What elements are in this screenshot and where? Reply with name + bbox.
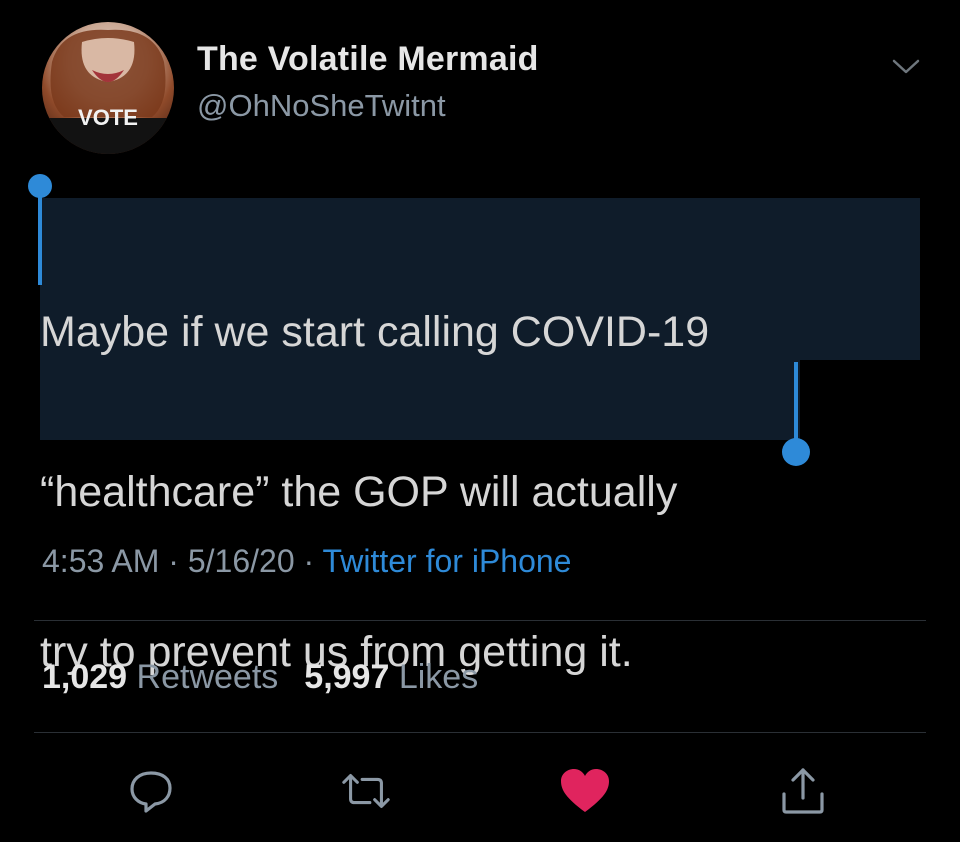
retweet-icon — [342, 774, 390, 808]
likes-label: Likes — [398, 658, 479, 696]
avatar[interactable]: VOTE — [42, 22, 174, 154]
share-button[interactable] — [776, 764, 830, 818]
divider — [34, 620, 926, 621]
likes-count: 5,997 — [304, 658, 390, 696]
likes-stat[interactable]: 5,997 Likes — [304, 658, 478, 696]
tweet-meta: 4:53 AM · 5/16/20 · Twitter for iPhone — [42, 543, 571, 580]
divider — [34, 732, 926, 733]
selection-start-handle[interactable] — [26, 172, 56, 287]
avatar-vote-text: VOTE — [78, 105, 138, 130]
heart-icon — [561, 769, 609, 812]
retweets-label: Retweets — [136, 658, 279, 696]
share-icon — [782, 768, 824, 814]
meta-separator: · — [294, 543, 323, 579]
tweet-time: 4:53 AM — [42, 543, 160, 579]
author-display-name[interactable]: The Volatile Mermaid — [197, 40, 539, 79]
meta-separator: · — [159, 543, 188, 579]
retweets-count: 1,029 — [42, 658, 128, 696]
chevron-down-icon[interactable] — [888, 52, 924, 80]
reply-icon — [130, 771, 172, 813]
selection-end-handle[interactable] — [780, 360, 816, 468]
tweet-stats: 1,029 Retweets 5,997 Likes — [42, 658, 478, 697]
reply-button[interactable] — [124, 764, 178, 818]
tweet-source-link[interactable]: Twitter for iPhone — [322, 543, 571, 579]
author-handle[interactable]: @OhNoSheTwitnt — [197, 88, 446, 124]
tweet-date: 5/16/20 — [187, 543, 295, 579]
retweets-stat[interactable]: 1,029 Retweets — [42, 658, 278, 696]
avatar-image: VOTE — [42, 29, 174, 154]
like-button[interactable] — [558, 764, 612, 818]
retweet-button[interactable] — [339, 764, 393, 818]
